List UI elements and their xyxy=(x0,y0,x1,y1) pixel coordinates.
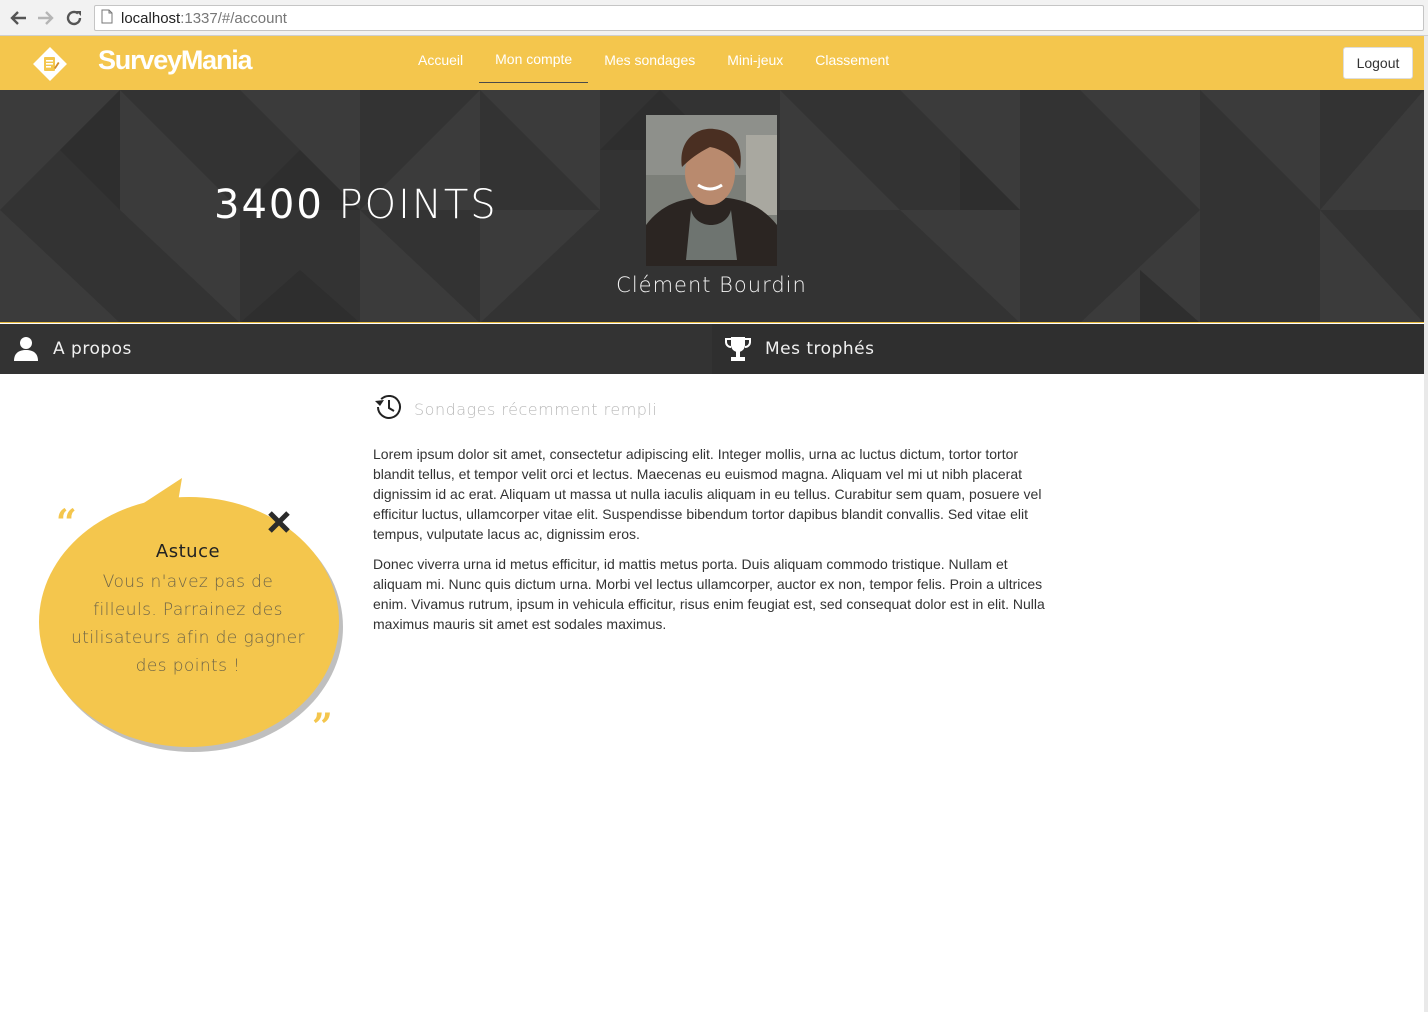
survey-logo-icon[interactable] xyxy=(30,44,70,84)
profile-tabs: A propos Mes trophés xyxy=(0,324,1424,374)
quote-close-mark: ” xyxy=(312,706,333,748)
url-text: localhost:1337/#/account xyxy=(121,10,287,27)
points-value: 3400 xyxy=(214,182,324,228)
forward-arrow-icon[interactable] xyxy=(36,8,56,28)
tab-trophies-label: Mes trophés xyxy=(765,339,875,359)
page-icon xyxy=(101,9,113,28)
recent-surveys-title: Sondages récemment rempli xyxy=(414,399,658,419)
profile-hero: 3400 POINTS Clément Bourdin xyxy=(0,90,1424,323)
main-nav: Accueil Mon compte Mes sondages Mini-jeu… xyxy=(402,36,905,90)
trophy-icon xyxy=(724,335,752,363)
app-navbar: SurveyMania Accueil Mon compte Mes sonda… xyxy=(0,36,1424,90)
back-arrow-icon[interactable] xyxy=(8,8,28,28)
tip-text: Vous n'avez pas de filleuls. Parrainez d… xyxy=(71,572,305,676)
points-unit: POINTS xyxy=(338,182,498,228)
profile-name: Clément Bourdin xyxy=(616,273,807,297)
close-icon[interactable] xyxy=(267,510,291,534)
scrollbar-track[interactable] xyxy=(1424,36,1428,1012)
quote-open-mark: “ xyxy=(56,502,77,544)
tip-title: Astuce xyxy=(155,541,221,562)
url-path: :1337/#/account xyxy=(180,9,287,27)
history-clock-icon xyxy=(373,392,404,426)
tip-bubble: “ ” Astuce Vous n'avez pas de filleuls. … xyxy=(20,470,360,770)
logout-button[interactable]: Logout xyxy=(1343,47,1413,79)
nav-accueil[interactable]: Accueil xyxy=(402,36,479,83)
user-icon xyxy=(12,335,40,363)
address-bar[interactable]: localhost:1337/#/account xyxy=(94,5,1424,31)
reload-icon[interactable] xyxy=(64,8,84,28)
tab-trophies[interactable]: Mes trophés xyxy=(712,324,1424,374)
nav-mon-compte[interactable]: Mon compte xyxy=(479,36,589,83)
recent-paragraph-2: Donec viverra urna id metus efficitur, i… xyxy=(373,556,1045,632)
url-host: localhost xyxy=(121,9,181,27)
nav-mini-jeux[interactable]: Mini-jeux xyxy=(711,36,799,83)
nav-mes-sondages[interactable]: Mes sondages xyxy=(588,36,711,83)
avatar xyxy=(646,115,777,266)
tab-about[interactable]: A propos xyxy=(0,324,712,374)
recent-surveys-heading: Sondages récemment rempli xyxy=(373,392,657,426)
points-total: 3400 POINTS xyxy=(214,182,498,228)
nav-classement[interactable]: Classement xyxy=(799,36,905,83)
recent-paragraph-1: Lorem ipsum dolor sit amet, consectetur … xyxy=(373,446,1042,542)
tab-about-label: A propos xyxy=(53,339,132,359)
browser-toolbar: localhost:1337/#/account xyxy=(0,0,1428,36)
brand-logo-text[interactable]: SurveyMania xyxy=(98,45,253,76)
